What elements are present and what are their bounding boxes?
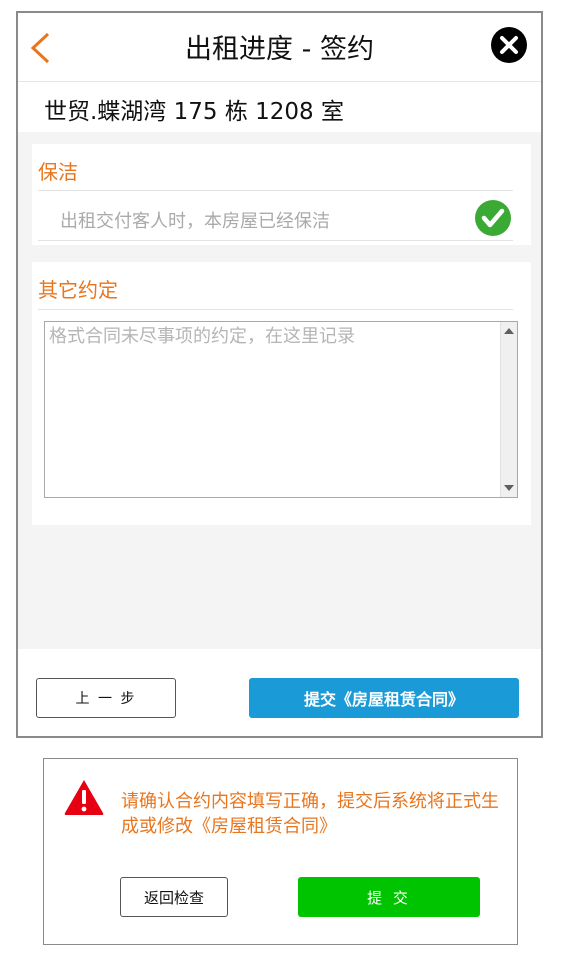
close-icon[interactable] bbox=[491, 27, 527, 63]
other-terms-title: 其它约定 bbox=[38, 278, 118, 302]
footer-bar: 上 一 步 提交《房屋租赁合同》 bbox=[18, 649, 541, 736]
confirm-dialog: 请确认合约内容填写正确，提交后系统将正式生成或修改《房屋租赁合同》 返回检查 提… bbox=[43, 758, 518, 945]
divider bbox=[38, 240, 513, 241]
phone-frame: 出租进度 - 签约 世贸.蝶湖湾 175 栋 1208 室 保洁 出租交付客人时… bbox=[16, 11, 543, 738]
divider bbox=[38, 190, 513, 191]
divider bbox=[38, 309, 513, 310]
other-terms-textarea[interactable] bbox=[45, 322, 501, 497]
property-address: 世贸.蝶湖湾 175 栋 1208 室 bbox=[44, 99, 344, 125]
cleaning-section: 保洁 出租交付客人时，本房屋已经保洁 bbox=[32, 144, 531, 245]
dialog-message: 请确认合约内容填写正确，提交后系统将正式生成或修改《房屋租赁合同》 bbox=[121, 791, 499, 837]
page-title: 出租进度 - 签约 bbox=[185, 34, 374, 65]
submit-contract-button[interactable]: 提交《房屋租赁合同》 bbox=[249, 678, 519, 718]
property-address-bar: 世贸.蝶湖湾 175 栋 1208 室 bbox=[18, 82, 541, 132]
other-terms-section: 其它约定 bbox=[32, 262, 531, 525]
scroll-up-arrow-icon[interactable] bbox=[504, 328, 514, 334]
previous-step-button[interactable]: 上 一 步 bbox=[36, 678, 176, 718]
scroll-down-arrow-icon[interactable] bbox=[504, 485, 514, 491]
cleaning-statement: 出租交付客人时，本房屋已经保洁 bbox=[60, 211, 330, 232]
other-terms-box bbox=[44, 321, 518, 498]
textarea-scrollbar[interactable] bbox=[500, 322, 517, 497]
confirm-submit-button[interactable]: 提 交 bbox=[298, 877, 480, 917]
header-bar: 出租进度 - 签约 bbox=[18, 13, 541, 82]
cleaning-section-title: 保洁 bbox=[38, 160, 78, 184]
back-to-check-button[interactable]: 返回检查 bbox=[120, 877, 228, 917]
check-circle-icon[interactable] bbox=[475, 200, 511, 236]
warning-triangle-icon bbox=[64, 780, 104, 815]
